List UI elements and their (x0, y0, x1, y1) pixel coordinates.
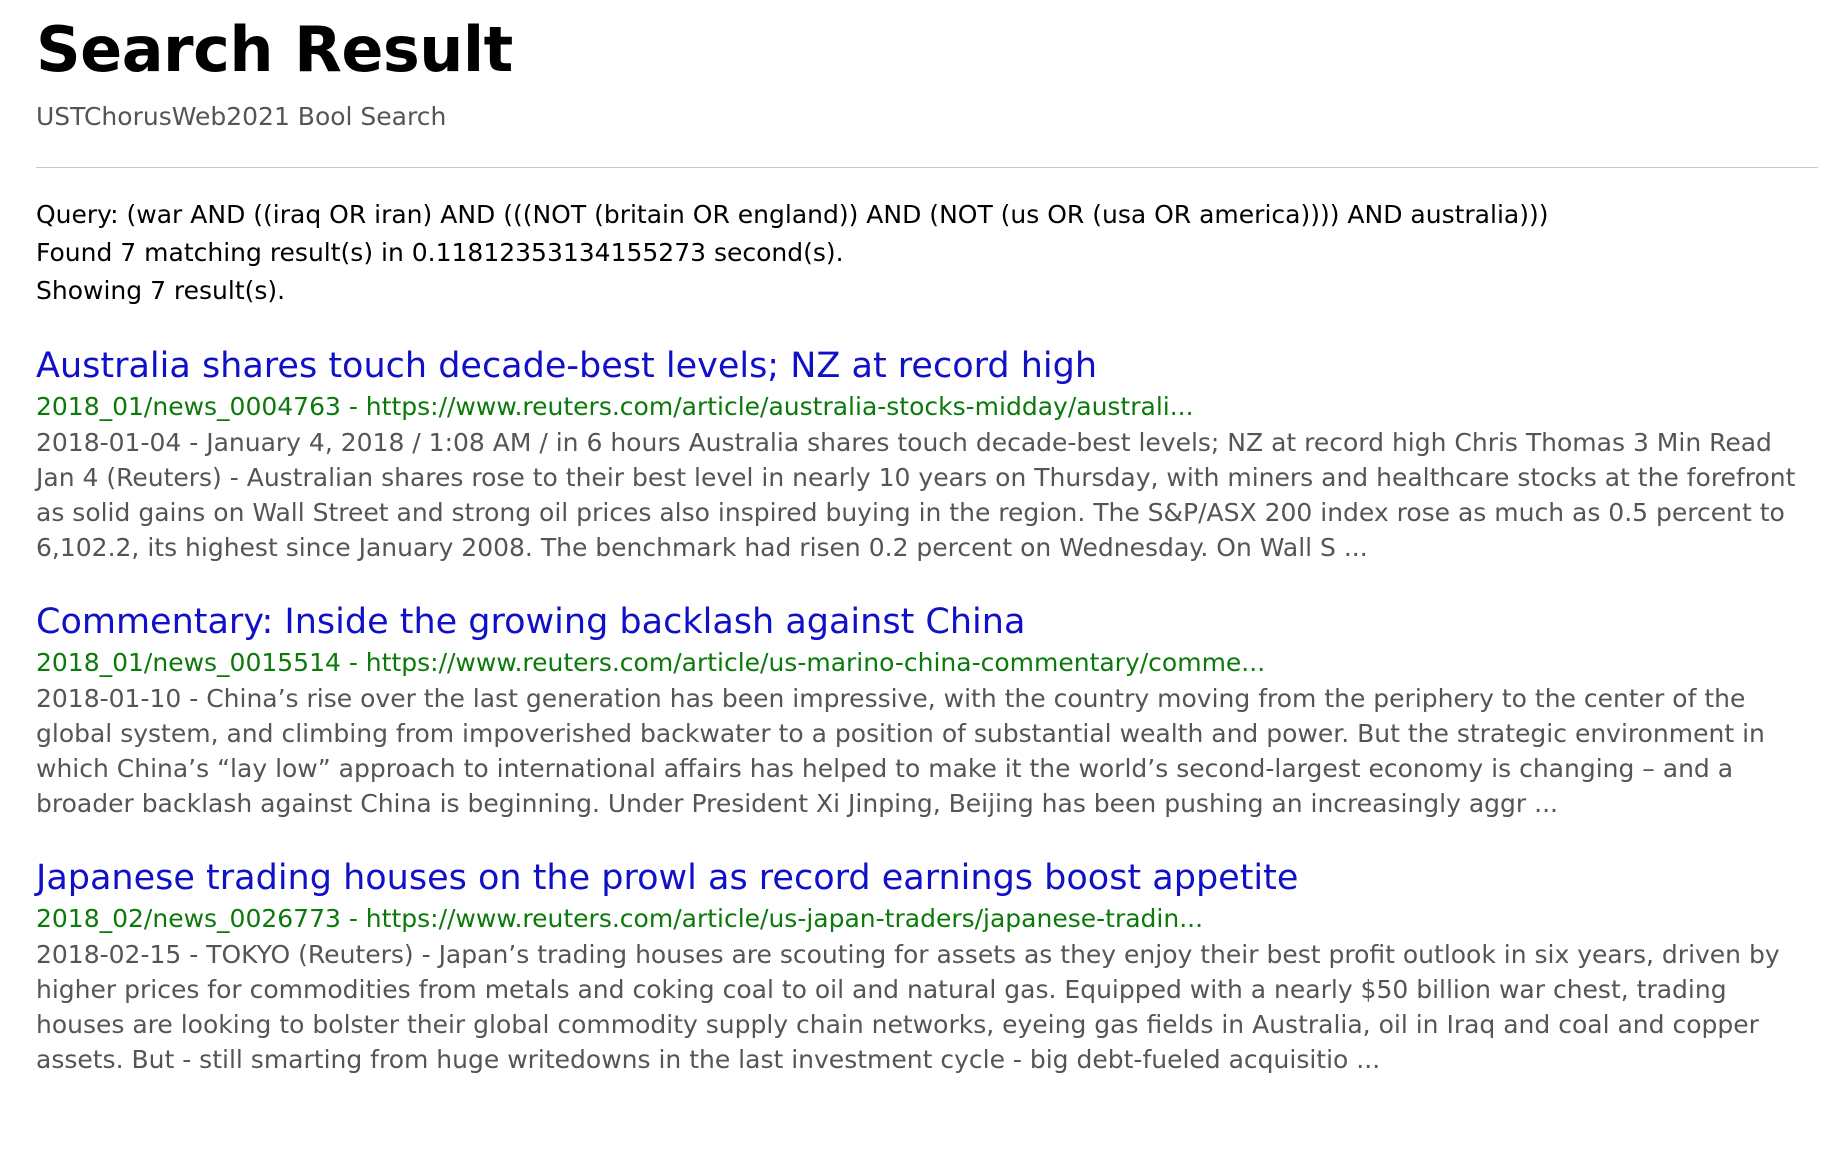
search-result-page: Search Result USTChorusWeb2021 Bool Sear… (0, 12, 1844, 1154)
result-item: Commentary: Inside the growing backlash … (36, 599, 1808, 821)
result-item: Japanese trading houses on the prowl as … (36, 855, 1808, 1077)
result-title-link[interactable]: Commentary: Inside the growing backlash … (36, 599, 1025, 645)
results-list: Australia shares touch decade-best level… (36, 343, 1808, 1077)
showing-count-text: Showing 7 result(s). (36, 276, 286, 305)
query-summary: Query: (war AND ((iraq OR iran) AND (((N… (36, 196, 1808, 310)
page-title: Search Result (36, 13, 513, 86)
result-snippet: 2018-01-10 - China’s rise over the last … (36, 684, 1765, 818)
result-url[interactable]: 2018_01/news_0004763 - https://www.reute… (36, 389, 1808, 425)
result-url[interactable]: 2018_02/news_0026773 - https://www.reute… (36, 901, 1808, 937)
result-title-link[interactable]: Australia shares touch decade-best level… (36, 343, 1097, 389)
result-snippet: 2018-01-04 - January 4, 2018 / 1:08 AM /… (36, 428, 1796, 562)
page-subtitle: USTChorusWeb2021 Bool Search (36, 102, 447, 131)
result-count-text: Found 7 matching result(s) in 0.11812353… (36, 238, 844, 267)
result-title-link[interactable]: Japanese trading houses on the prowl as … (36, 855, 1298, 901)
result-item: Australia shares touch decade-best level… (36, 343, 1808, 565)
result-snippet: 2018-02-15 - TOKYO (Reuters) - Japan’s t… (36, 940, 1780, 1074)
query-text: Query: (war AND ((iraq OR iran) AND (((N… (36, 200, 1549, 229)
result-url[interactable]: 2018_01/news_0015514 - https://www.reute… (36, 645, 1808, 681)
header-divider (36, 167, 1818, 168)
